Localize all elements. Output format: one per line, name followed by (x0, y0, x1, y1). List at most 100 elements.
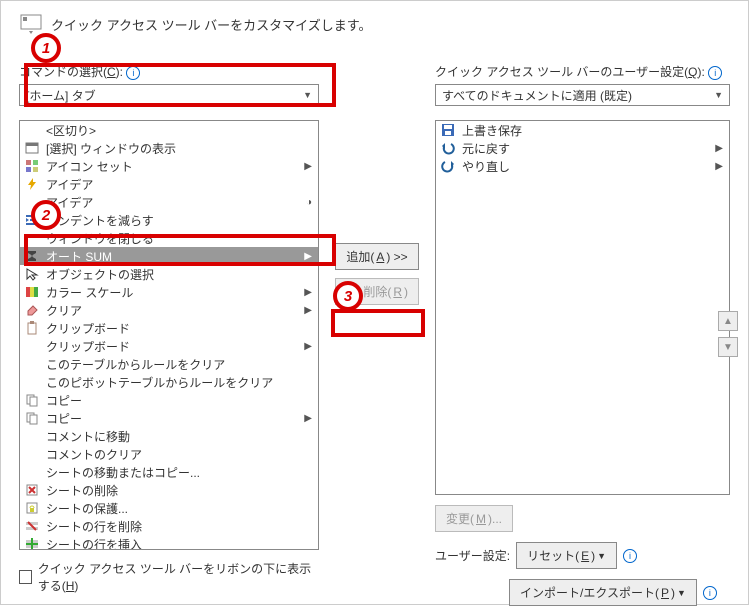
list-item-label: シートの削除 (46, 482, 314, 499)
clipboard-icon (24, 320, 40, 336)
list-item[interactable]: コメントに移動 (20, 427, 318, 445)
list-item[interactable]: シートの行を削除 (20, 517, 318, 535)
list-item[interactable]: アイデア◑ (20, 193, 318, 211)
list-item[interactable]: コピー (20, 391, 318, 409)
customize-qat-select[interactable]: すべてのドキュメントに適用 (既定) ▼ (435, 84, 730, 106)
list-item[interactable]: シートの削除 (20, 481, 318, 499)
submenu-arrow-icon: ▶ (715, 161, 725, 172)
help-icon[interactable]: i (708, 66, 722, 80)
move-up-button[interactable]: ▲ (718, 311, 738, 331)
list-item[interactable]: [選択] ウィンドウの表示 (20, 139, 318, 157)
list-item-label: シートの移動またはコピー... (46, 464, 314, 481)
list-item-label: アイコン セット (46, 158, 298, 175)
list-item-label: コメントのクリア (46, 446, 314, 463)
left-panel: コマンドの選択(C): i [ホーム] タブ ▼ <区切り>[選択] ウィンドウ… (19, 63, 319, 606)
chevron-down-icon: ▼ (303, 90, 312, 100)
list-item-label: オブジェクトの選択 (46, 266, 314, 283)
list-item[interactable]: アイデア (20, 175, 318, 193)
help-icon[interactable]: i (126, 66, 140, 80)
select-value: すべてのドキュメントに適用 (既定) (442, 87, 632, 104)
list-item[interactable]: クリア▶ (20, 301, 318, 319)
user-settings-label: ユーザー設定: (435, 547, 510, 564)
list-item[interactable]: インデントを減らす (20, 211, 318, 229)
list-item[interactable]: ウィンドウを閉じる (20, 229, 318, 247)
submenu-arrow-icon: ▶ (304, 251, 314, 262)
list-item[interactable]: 元に戻す ▶ (436, 139, 729, 157)
chevron-down-icon: ▼ (714, 90, 723, 100)
lightning-icon (24, 176, 40, 192)
list-item[interactable]: シートの行を挿入 (20, 535, 318, 550)
list-item[interactable]: コピー ▶ (20, 409, 318, 427)
add-button[interactable]: 追加(A) >> (335, 243, 418, 270)
list-item[interactable]: シートの保護... (20, 499, 318, 517)
eraser-icon (24, 302, 40, 318)
list-item-label: インデントを減らす (46, 212, 314, 229)
submenu-arrow-icon: ▶ (715, 143, 725, 154)
page-title: クイック アクセス ツール バーをカスタマイズします。 (51, 15, 372, 34)
submenu-arrow-icon: ▶ (304, 287, 314, 298)
submenu-arrow-icon: ▶ (304, 341, 314, 352)
qat-listbox[interactable]: 上書き保存元に戻す ▶ やり直し ▶ (435, 120, 730, 495)
help-icon[interactable]: i (623, 549, 637, 563)
redo-icon (440, 158, 456, 174)
list-item-label: シートの行を削除 (46, 518, 314, 535)
list-item[interactable]: クリップボード ▶ (20, 337, 318, 355)
list-item[interactable]: クリップボード (20, 319, 318, 337)
list-item[interactable]: <区切り> (20, 121, 318, 139)
arrow-icon (24, 266, 40, 282)
checkbox-icon (19, 570, 32, 584)
modify-button[interactable]: 変更(M)... (435, 505, 513, 532)
list-item-label: 元に戻す (462, 140, 709, 157)
list-item-label: <区切り> (46, 122, 314, 139)
list-item[interactable]: このピボットテーブルからルールをクリア (20, 373, 318, 391)
submenu-circle-icon: ◑ (306, 197, 314, 208)
list-item[interactable]: オート SUM▶ (20, 247, 318, 265)
list-item[interactable]: 上書き保存 (436, 121, 729, 139)
blank-icon (24, 464, 40, 480)
list-item-label: [選択] ウィンドウの表示 (46, 140, 314, 157)
blank-icon (24, 122, 40, 138)
window-icon (24, 140, 40, 156)
list-item[interactable]: やり直し ▶ (436, 157, 729, 175)
submenu-arrow-icon: ▶ (304, 413, 314, 424)
list-item[interactable]: カラー スケール ▶ (20, 283, 318, 301)
list-item-label: コピー (46, 410, 298, 427)
list-item-label: ウィンドウを閉じる (46, 230, 314, 247)
middle-panel: 追加(A) >> << 削除(R) (337, 63, 417, 606)
list-item-label: このテーブルからルールをクリア (46, 356, 314, 373)
list-item[interactable]: コメントのクリア (20, 445, 318, 463)
list-item-label: カラー スケール (46, 284, 298, 301)
list-item[interactable]: オブジェクトの選択 (20, 265, 318, 283)
blank-icon (24, 374, 40, 390)
blank-icon (24, 356, 40, 372)
list-item-label: クリップボード (46, 320, 314, 337)
choose-commands-label: コマンドの選択(C): i (19, 63, 319, 80)
reset-button[interactable]: リセット(E) ▼ (516, 542, 617, 569)
list-item[interactable]: このテーブルからルールをクリア (20, 355, 318, 373)
move-down-button[interactable]: ▼ (718, 337, 738, 357)
import-export-button[interactable]: インポート/エクスポート(P) ▼ (509, 579, 697, 606)
choose-commands-select[interactable]: [ホーム] タブ ▼ (19, 84, 319, 106)
customize-qat-label: クイック アクセス ツール バーのユーザー設定(Q): i (435, 63, 730, 80)
list-item-label: このピボットテーブルからルールをクリア (46, 374, 314, 391)
help-icon[interactable]: i (703, 586, 717, 600)
commands-listbox[interactable]: <区切り>[選択] ウィンドウの表示アイコン セット ▶ アイデアアイデア◑インデン… (19, 120, 319, 550)
grid-icon (24, 158, 40, 174)
floppy-icon (440, 122, 456, 138)
list-item-label: クリップボード (46, 338, 298, 355)
blank-icon (24, 428, 40, 444)
list-item-label: アイデア (46, 176, 314, 193)
list-item-label: 上書き保存 (462, 122, 725, 139)
list-item-label: クリア (46, 302, 298, 319)
chevron-down-icon: ▼ (597, 551, 606, 561)
submenu-arrow-icon: ▶ (304, 161, 314, 172)
list-item[interactable]: アイコン セット ▶ (20, 157, 318, 175)
show-below-ribbon-checkbox[interactable]: クイック アクセス ツール バーをリボンの下に表示する(H) (19, 560, 319, 594)
annotation-marker-1: 1 (31, 33, 61, 63)
blank-icon (24, 230, 40, 246)
list-item-label: シートの保護... (46, 500, 314, 517)
list-item[interactable]: シートの移動またはコピー... (20, 463, 318, 481)
right-panel: クイック アクセス ツール バーのユーザー設定(Q): i すべてのドキュメント… (435, 63, 730, 606)
list-item-label: やり直し (462, 158, 709, 175)
blank-icon (24, 338, 40, 354)
